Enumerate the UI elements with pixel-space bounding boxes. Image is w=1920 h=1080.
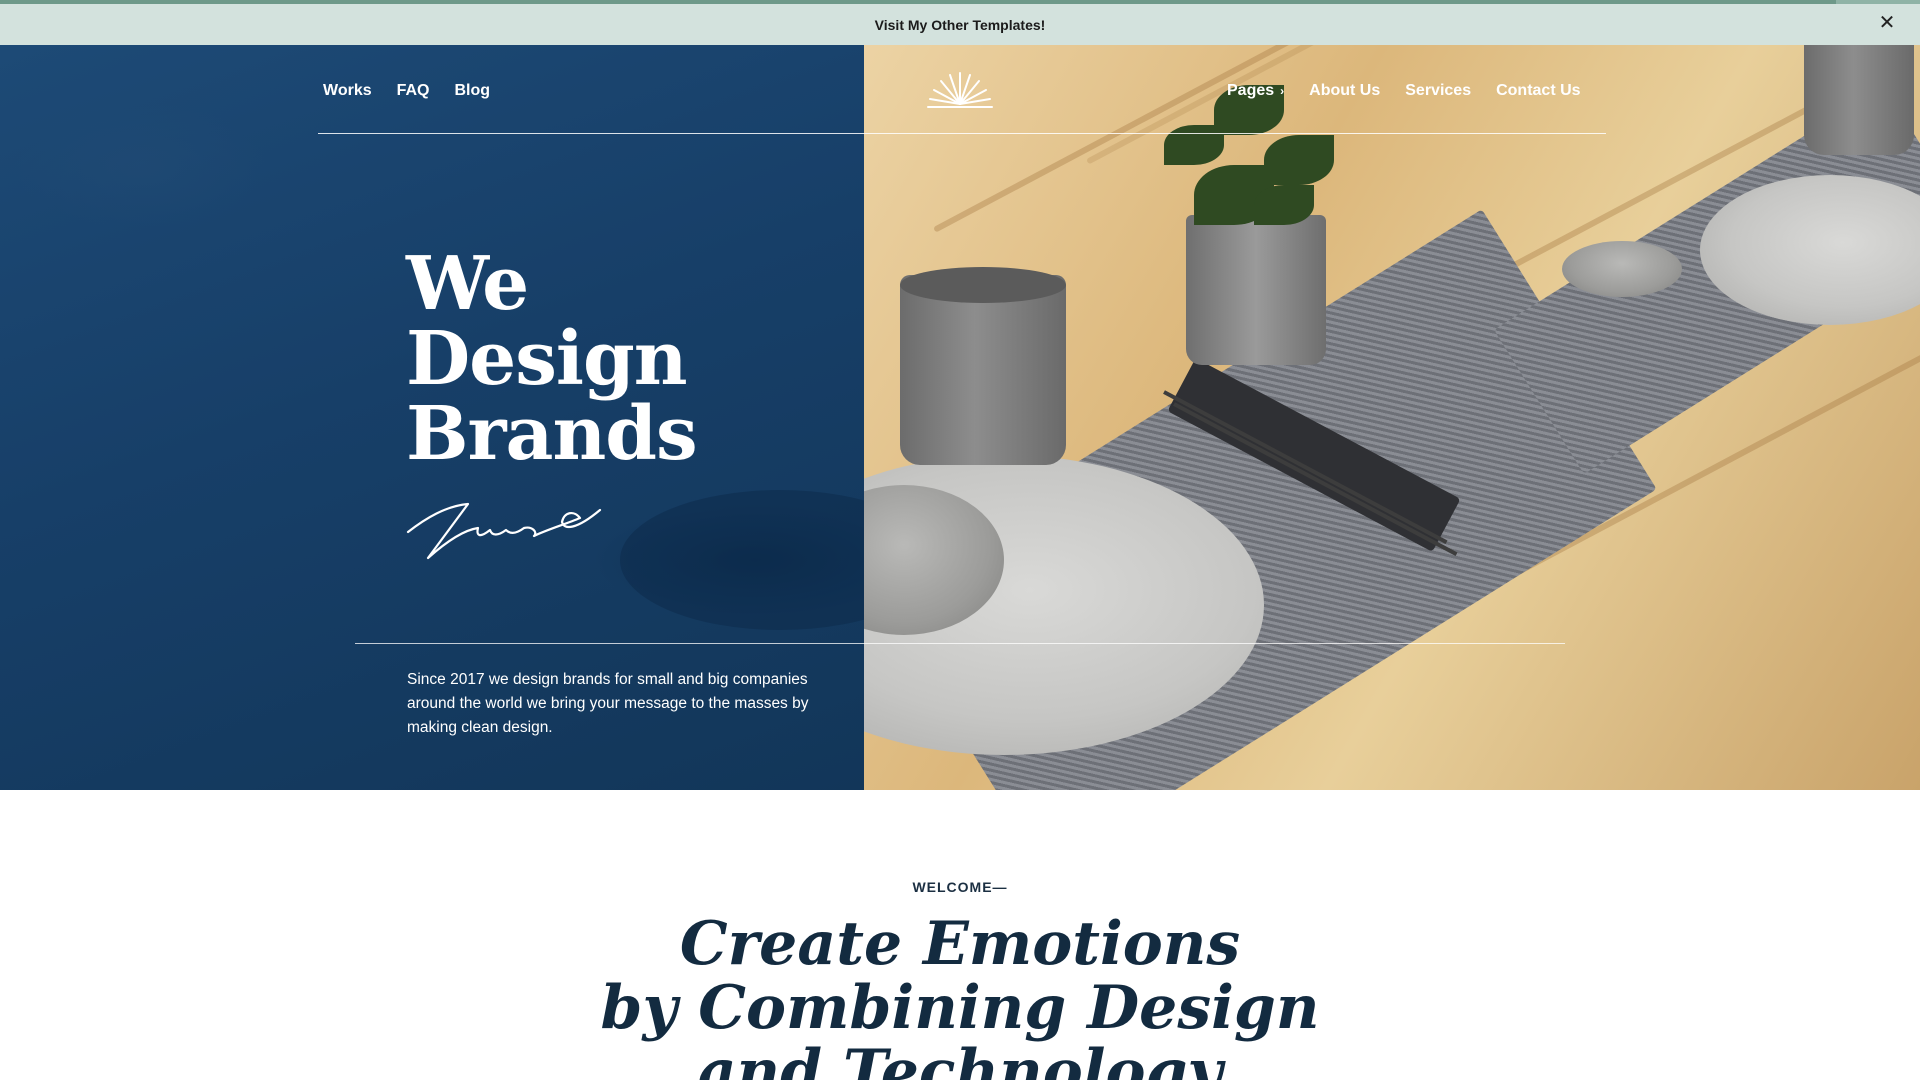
hero-divider [355, 643, 1565, 644]
small-bowl [1562, 241, 1682, 297]
primary-nav-left: Works FAQ Blog [323, 82, 490, 100]
announcement-progress [0, 0, 1836, 4]
hero-headline-line: Brands [406, 391, 698, 477]
announcement-link[interactable]: Visit My Other Templates! [875, 17, 1046, 33]
signature-icon [406, 502, 602, 560]
close-icon[interactable]: ✕ [1874, 10, 1900, 36]
primary-nav-right: Pages › About Us Services Contact Us [1227, 82, 1581, 100]
nav-item-contact-us[interactable]: Contact Us [1496, 82, 1580, 100]
hero-photo [864, 45, 1920, 790]
sunburst-logo-icon[interactable] [926, 70, 994, 110]
header-divider [318, 133, 1606, 134]
hero-headline-line: Design [406, 316, 688, 402]
cup [900, 275, 1066, 465]
hero-headline-line: We [406, 241, 529, 327]
nav-item-faq[interactable]: FAQ [397, 82, 430, 100]
chevron-down-icon: › [1280, 84, 1285, 98]
nav-item-services[interactable]: Services [1405, 82, 1471, 100]
plant-pot [1186, 215, 1326, 365]
hero-headline: We Design Brands [406, 247, 806, 472]
plant-leaf [1264, 135, 1334, 185]
welcome-title-line: and Technology [697, 1037, 1223, 1080]
cup [1804, 45, 1914, 155]
welcome-title-line: Create Emotions [679, 909, 1241, 979]
nav-item-blog[interactable]: Blog [455, 82, 491, 100]
nav-item-works[interactable]: Works [323, 82, 372, 100]
nav-item-pages[interactable]: Pages › [1227, 82, 1284, 100]
welcome-eyebrow: WELCOME— [912, 879, 1008, 895]
nav-item-pages-label: Pages [1227, 82, 1275, 99]
nav-item-about-us[interactable]: About Us [1309, 82, 1380, 100]
welcome-title: Create Emotions by Combining Design and … [460, 912, 1460, 1080]
hero-intro-text: Since 2017 we design brands for small an… [407, 671, 809, 736]
announcement-bar: Visit My Other Templates! ✕ [0, 0, 1920, 45]
welcome-title-line: by Combining Design [600, 973, 1320, 1043]
cup-rim [900, 267, 1066, 303]
plant-leaf [1254, 185, 1314, 225]
hero-section: Works FAQ Blog Pages › About Us Services… [0, 45, 1920, 790]
